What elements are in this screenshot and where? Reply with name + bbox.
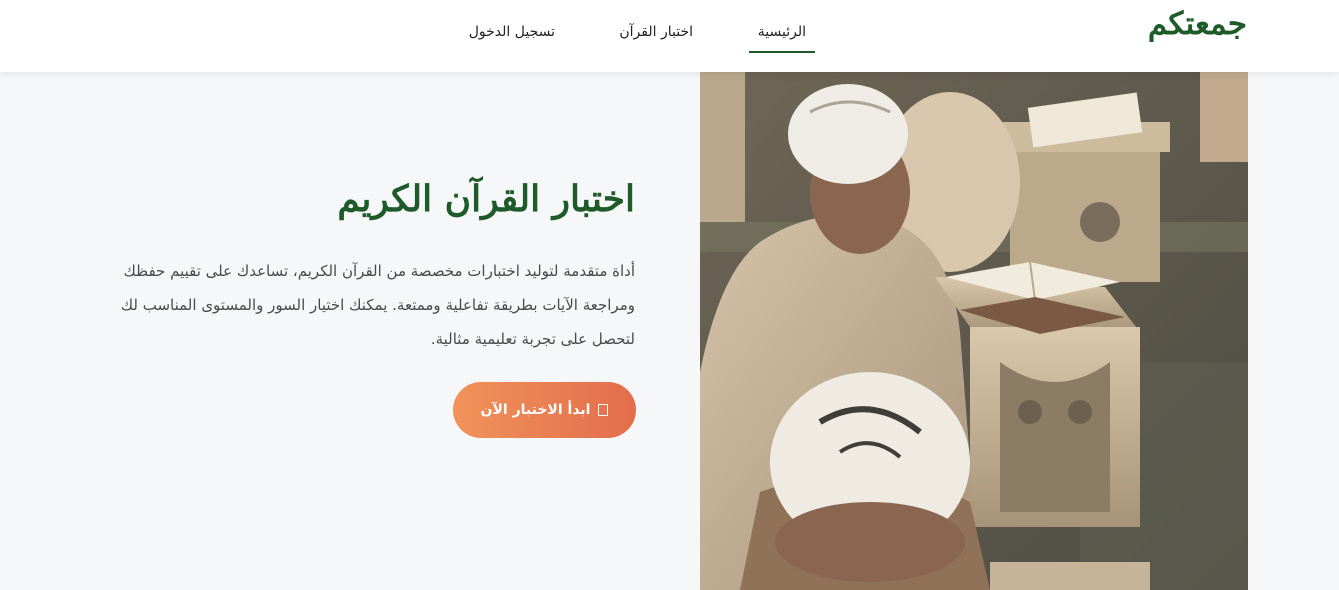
hero-description: أداة متقدمة لتوليد اختبارات مخصصة من الق… (120, 262, 635, 348)
nav-item-login[interactable]: تسجيل الدخول (469, 24, 555, 40)
photo-illustration (700, 72, 1248, 590)
nav-active-indicator (749, 51, 815, 53)
site-logo[interactable]: جمعتكم (1148, 6, 1247, 42)
hero-title: اختبار القرآن الكريم (337, 178, 635, 220)
nav-item-quran-test[interactable]: اختبار القرآن (619, 24, 693, 40)
nav-item-home[interactable]: الرئيسية (758, 24, 806, 40)
document-icon (598, 404, 609, 416)
hero-image (700, 72, 1248, 590)
start-test-button[interactable]: ابدأ الاختبار الآن (453, 382, 636, 438)
navbar: جمعتكم الرئيسية اختبار القرآن تسجيل الدخ… (0, 0, 1339, 72)
start-test-label: ابدأ الاختبار الآن (480, 402, 591, 418)
